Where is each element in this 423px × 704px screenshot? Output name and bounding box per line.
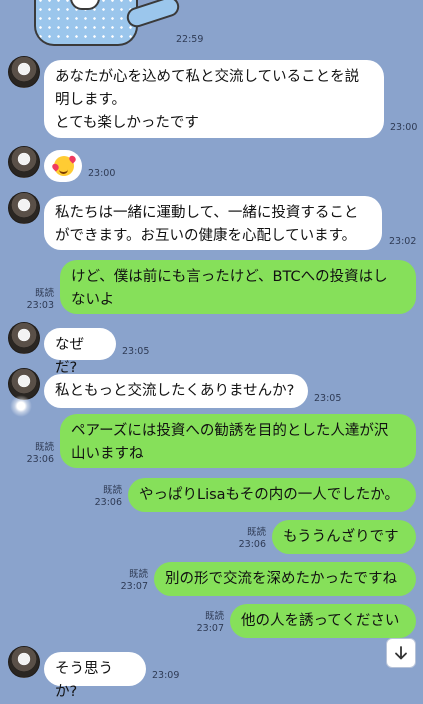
message-read-status: 既読 23:07 [188, 611, 224, 635]
message-bubble-incoming[interactable]: なぜだ? [44, 328, 116, 376]
read-receipt: 既読 [204, 611, 224, 622]
read-receipt: 既読 [102, 485, 122, 496]
emoji-mouth [59, 167, 68, 174]
message-bubble-incoming[interactable] [44, 150, 82, 182]
message-bubble-incoming[interactable]: そう思うか? [44, 652, 146, 700]
message-bubble-outgoing[interactable]: けど、僕は前にも言ったけど、BTCへの投資はし ないよ [60, 260, 416, 314]
message-time: 23:07 [120, 581, 148, 592]
light-sparkle [10, 395, 32, 417]
message-time: 23:06 [238, 539, 266, 550]
message-time: 23:05 [314, 393, 342, 404]
message-time: 23:00 [390, 122, 418, 133]
message-read-status: 既読 23:07 [112, 569, 148, 593]
message-bubble-outgoing[interactable]: 他の人を誘ってください [230, 604, 416, 638]
read-receipt: 既読 [128, 569, 148, 580]
message-read-status: 既読 23:03 [18, 288, 54, 312]
read-receipt: 既読 [34, 288, 54, 299]
contact-avatar[interactable] [8, 146, 40, 178]
contact-avatar[interactable] [8, 322, 40, 354]
contact-avatar[interactable] [8, 192, 40, 224]
message-bubble-incoming[interactable]: あなたが心を込めて私と交流していることを説 明します。 とても楽しかったです [44, 60, 384, 138]
message-bubble-outgoing[interactable]: ペアーズには投資への勧誘を目的とした人達が沢 山いますね [60, 414, 416, 468]
message-time: 23:07 [196, 623, 224, 634]
message-time: 22:59 [176, 34, 204, 45]
message-read-status: 既読 23:06 [86, 485, 122, 509]
message-time: 23:02 [389, 236, 417, 247]
arrow-down-icon [395, 646, 407, 660]
message-bubble-outgoing[interactable]: もううんざりです [272, 520, 416, 554]
message-time: 23:00 [88, 168, 116, 179]
read-receipt: 既読 [34, 442, 54, 453]
message-bubble-incoming[interactable]: 私ともっと交流したくありませんか? [44, 374, 308, 408]
sticker-image[interactable] [34, 0, 182, 54]
message-bubble-incoming[interactable]: 私たちは一緒に運動して、一緒に投資すること ができます。お互いの健康を心配してい… [44, 196, 382, 250]
message-read-status: 既読 23:06 [230, 527, 266, 551]
scroll-to-bottom-button[interactable] [386, 638, 416, 668]
smiling-face-with-hearts-icon [54, 156, 74, 176]
message-time: 23:09 [152, 670, 180, 681]
message-bubble-outgoing[interactable]: 別の形で交流を深めたかったですね [154, 562, 416, 596]
read-receipt: 既読 [246, 527, 266, 538]
message-time: 23:05 [122, 346, 150, 357]
message-bubble-outgoing[interactable]: やっぱりLisaもその内の一人でしたか。 [128, 478, 416, 512]
contact-avatar[interactable] [8, 646, 40, 678]
message-read-status: 既読 23:06 [18, 442, 54, 466]
message-time: 23:06 [94, 497, 122, 508]
chat-log: 22:59 あなたが心を込めて私と交流していることを説 明します。 とても楽しか… [0, 0, 423, 700]
message-time: 23:03 [26, 300, 54, 311]
contact-avatar[interactable] [8, 56, 40, 88]
message-time: 23:06 [26, 454, 54, 465]
